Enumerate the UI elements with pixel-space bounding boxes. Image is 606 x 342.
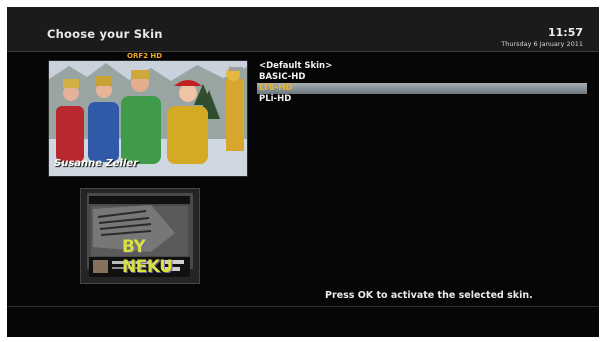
channel-name: ORF2 HD [127, 52, 163, 60]
skin-chooser-screen: Choose your Skin 11:57 Thursday 6 Januar… [7, 7, 599, 337]
header-bar: Choose your Skin 11:57 Thursday 6 Januar… [7, 7, 599, 52]
date: Thursday 6 January 2011 [501, 40, 583, 48]
skin-option-basic-hd[interactable]: BASIC-HD [257, 72, 587, 83]
skin-preview-thumbnail: BY NEKU [80, 188, 200, 284]
thumbnail-logo-text: BY NEKU [122, 237, 173, 277]
skin-option-lt6-hd[interactable]: LT6-HD [257, 83, 587, 94]
live-preview-video: Susanne Zeiler [48, 60, 248, 177]
page-title: Choose your Skin [47, 27, 163, 41]
instruction-text: Press OK to activate the selected skin. [325, 290, 533, 301]
clock: 11:57 [547, 26, 583, 39]
preview-caption: Susanne Zeiler [54, 158, 139, 169]
footer-divider [7, 306, 599, 307]
skin-list[interactable]: <Default Skin> BASIC-HD LT6-HD PLi-HD [257, 61, 587, 105]
skin-option-default[interactable]: <Default Skin> [257, 61, 587, 72]
skin-option-pli-hd[interactable]: PLi-HD [257, 94, 587, 105]
